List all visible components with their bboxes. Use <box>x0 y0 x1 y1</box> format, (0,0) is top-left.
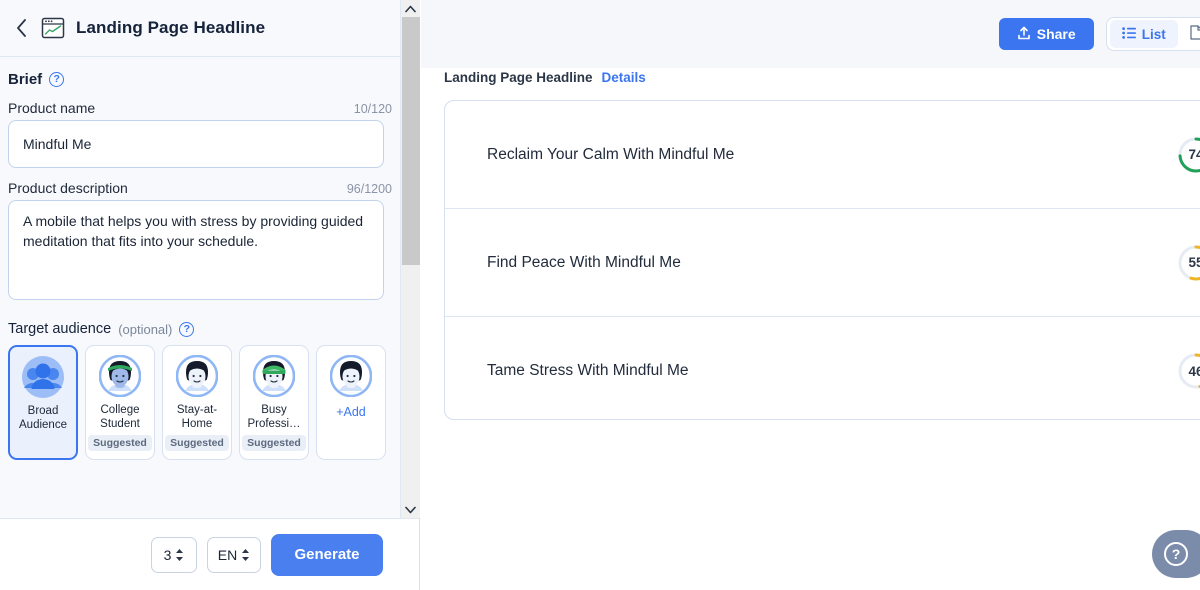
add-persona-label[interactable]: +Add <box>336 405 366 419</box>
target-audience-help-icon[interactable]: ? <box>179 322 194 337</box>
list-icon <box>1122 27 1136 42</box>
result-count-stepper[interactable]: 3 <box>151 537 197 573</box>
scrollbar-thumb[interactable] <box>402 17 420 265</box>
left-panel-scroll-area: Brief ? Product name 10/120 Product desc… <box>0 57 400 518</box>
upload-icon <box>1017 26 1031 43</box>
language-stepper[interactable]: EN <box>207 537 261 573</box>
result-row[interactable]: Find Peace With Mindful Me55 <box>445 209 1200 317</box>
audience-card-5[interactable]: +Add <box>316 345 386 460</box>
brief-help-icon[interactable]: ? <box>49 72 64 87</box>
audience-card-4[interactable]: Busy Professi… Suggested <box>239 345 309 460</box>
left-panel-footer: 3 EN Generate <box>0 518 419 590</box>
product-name-header: Product name 10/120 <box>0 88 400 120</box>
product-name-counter: 10/120 <box>354 102 392 116</box>
product-description-input[interactable]: A mobile that helps you with stress by p… <box>8 200 384 300</box>
result-count-value: 3 <box>164 547 172 563</box>
stay-at-home-avatar <box>176 355 218 397</box>
left-panel: Landing Page Headline Brief ? Product na… <box>0 0 420 590</box>
breadcrumb-details-link[interactable]: Details <box>602 70 646 85</box>
suggested-badge: Suggested <box>165 435 229 451</box>
score-value: 46 <box>1177 352 1200 390</box>
language-arrows-icon <box>241 548 250 562</box>
right-panel: Share List <box>421 0 1200 590</box>
help-fab-button[interactable]: ? <box>1152 530 1200 578</box>
audience-card-label: Stay-at-Home <box>165 403 229 431</box>
target-audience-header: Target audience (optional) ? <box>0 305 400 337</box>
audience-card-3[interactable]: Stay-at-Home Suggested <box>162 345 232 460</box>
score-ring: 46 <box>1177 352 1200 390</box>
score-value: 74 <box>1177 136 1200 174</box>
audience-card-label: Busy Professi… <box>242 403 306 431</box>
share-button[interactable]: Share <box>999 18 1094 50</box>
add-persona-avatar <box>330 355 372 397</box>
share-button-label: Share <box>1037 26 1076 42</box>
product-description-header: Product description 96/1200 <box>0 168 400 200</box>
document-icon <box>1190 25 1200 43</box>
view-toggle-list[interactable]: List <box>1110 20 1178 48</box>
target-audience-label: Target audience <box>8 321 111 337</box>
view-toggle-document[interactable]: Do <box>1178 20 1200 48</box>
scrollbar-up-icon[interactable] <box>401 0 420 17</box>
target-audience-optional: (optional) <box>118 322 172 337</box>
page-title: Landing Page Headline <box>76 18 265 38</box>
score-ring: 55 <box>1177 244 1200 282</box>
score-value: 55 <box>1177 244 1200 282</box>
brief-section-header: Brief ? <box>0 57 400 88</box>
breadcrumb: Landing Page Headline Details <box>444 70 646 85</box>
question-mark-icon: ? <box>1164 542 1188 566</box>
suggested-badge: Suggested <box>88 435 152 451</box>
view-toggle-list-label: List <box>1142 27 1166 42</box>
view-mode-toggle: List Do <box>1106 17 1200 51</box>
product-description-label: Product description <box>8 180 128 196</box>
result-headline-text: Find Peace With Mindful Me <box>487 254 1177 272</box>
back-chevron-icon[interactable] <box>12 19 30 37</box>
target-audience-card-row: Broad AudienceCollege StudentSuggestedSt… <box>0 337 400 460</box>
audience-card-label: Broad Audience <box>11 404 75 432</box>
generate-button[interactable]: Generate <box>271 534 383 576</box>
landing-page-chart-icon <box>40 15 66 41</box>
brief-label: Brief <box>8 71 42 88</box>
language-value: EN <box>218 547 237 563</box>
left-panel-header: Landing Page Headline <box>0 0 400 57</box>
college-student-avatar <box>99 355 141 397</box>
busy-professional-avatar <box>253 355 295 397</box>
result-row[interactable]: Reclaim Your Calm With Mindful Me74 <box>445 101 1200 209</box>
right-panel-toolbar: Share List <box>421 0 1200 68</box>
app-root: Landing Page Headline Brief ? Product na… <box>0 0 1200 590</box>
suggested-badge: Suggested <box>242 435 306 451</box>
product-name-input[interactable] <box>8 120 384 168</box>
stepper-arrows-icon <box>175 548 184 562</box>
results-list: Reclaim Your Calm With Mindful Me74Find … <box>444 100 1200 420</box>
left-panel-scrollbar[interactable] <box>400 0 420 518</box>
group-avatar-icon <box>22 356 64 398</box>
score-ring: 74 <box>1177 136 1200 174</box>
scrollbar-down-icon[interactable] <box>401 501 420 518</box>
result-headline-text: Reclaim Your Calm With Mindful Me <box>487 146 1177 164</box>
audience-card-2[interactable]: College Student Suggested <box>85 345 155 460</box>
result-row[interactable]: Tame Stress With Mindful Me46 <box>445 317 1200 420</box>
audience-card-label: College Student <box>88 403 152 431</box>
product-name-label: Product name <box>8 100 95 116</box>
breadcrumb-title: Landing Page Headline <box>444 70 593 85</box>
result-headline-text: Tame Stress With Mindful Me <box>487 362 1177 380</box>
audience-card-1[interactable]: Broad Audience <box>8 345 78 460</box>
product-description-counter: 96/1200 <box>347 182 392 196</box>
